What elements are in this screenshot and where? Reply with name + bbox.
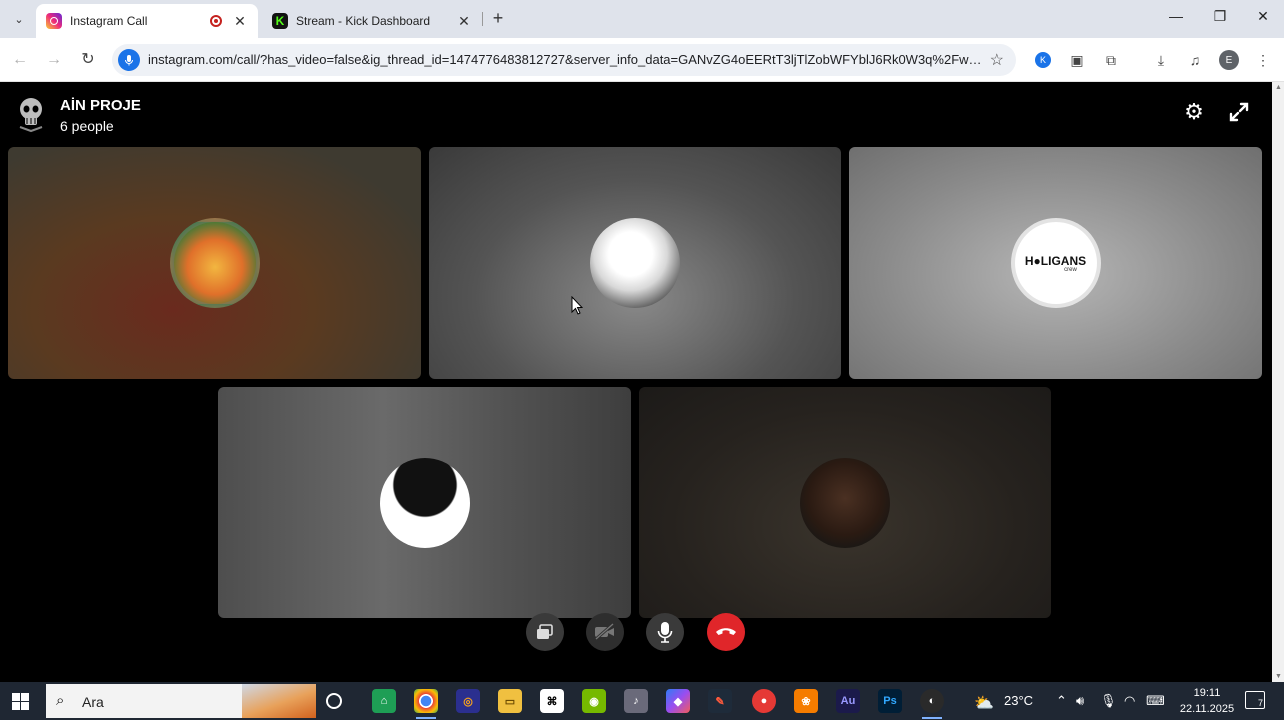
participant-avatar [169, 218, 260, 308]
temperature[interactable]: 23°C [1004, 693, 1033, 708]
microphone-app-icon[interactable]: ♪ [624, 689, 648, 713]
chrome-icon[interactable] [414, 689, 438, 719]
obs-icon[interactable]: ◐ [920, 689, 944, 719]
search-icon: ⌕ [56, 692, 65, 709]
media-control-icon[interactable]: ♫ [1184, 49, 1206, 71]
share-screen-icon [537, 624, 553, 639]
cortana-icon[interactable] [326, 693, 342, 709]
search-placeholder: Ara [82, 694, 104, 710]
group-avatar-skull-icon [19, 98, 43, 133]
mouse-cursor-icon [571, 296, 583, 315]
recording-icon [210, 15, 222, 27]
address-bar[interactable]: instagram.com/call/?has_video=false&ig_t… [112, 44, 1016, 76]
microphone-icon [657, 622, 673, 643]
windows-taskbar: ⌕ Ara ⌂ ◎ ▭ ⌘ ◉ ♪ ◆ ✎ ● ❀ Au Ps ◐ ⛅ 23°C… [0, 682, 1284, 720]
nvidia-icon[interactable]: ◉ [582, 689, 606, 713]
microphone-in-use-icon[interactable] [118, 49, 140, 71]
video-off-icon [595, 623, 614, 641]
participant-tile[interactable] [429, 147, 841, 379]
audition-icon[interactable]: Au [836, 689, 860, 713]
avatar-logo-text: H●LIGANS [1024, 253, 1087, 268]
weather-icon[interactable]: ⛅ [974, 693, 994, 713]
back-button[interactable]: ← [8, 48, 32, 72]
search-highlight-image [242, 684, 316, 718]
tray-chevron-icon[interactable]: ⌃ [1056, 693, 1067, 709]
avatar-logo-subtext: crew [1064, 266, 1077, 273]
file-explorer-icon[interactable]: ▭ [498, 689, 522, 713]
notification-center-icon[interactable]: 7 [1245, 691, 1265, 709]
photoshop-icon[interactable]: Ps [878, 689, 902, 713]
reload-button[interactable]: ↻ [76, 48, 100, 72]
extension-icon[interactable]: K [1032, 49, 1054, 71]
media-player-icon[interactable]: ◎ [456, 689, 480, 713]
recorder-app-icon[interactable]: ● [752, 689, 776, 713]
toggle-mic-button[interactable] [646, 613, 684, 651]
profile-avatar[interactable]: E [1218, 49, 1240, 71]
participant-avatar [800, 457, 890, 548]
participant-avatar [379, 457, 470, 548]
tab-instagram-call[interactable]: Instagram Call ✕ [36, 4, 258, 38]
share-screen-button[interactable] [526, 613, 564, 651]
end-call-button[interactable] [707, 613, 745, 651]
fullscreen-expand-icon[interactable] [1227, 100, 1251, 124]
instagram-icon [46, 13, 62, 29]
paint-app-icon[interactable]: ✎ [708, 689, 732, 713]
kick-icon: K [272, 13, 288, 29]
new-tab-button[interactable]: + [488, 8, 508, 30]
participant-tile[interactable] [8, 147, 421, 379]
toggle-video-button[interactable] [586, 613, 624, 651]
close-tab-icon[interactable]: ✕ [456, 13, 472, 30]
minimize-button[interactable]: — [1162, 8, 1190, 30]
close-tab-icon[interactable]: ✕ [232, 13, 248, 30]
call-area: AİN PROJE 6 people ⚙ H●LIGANS crew [0, 82, 1272, 682]
screen-capture-icon[interactable]: ▣ [1066, 49, 1088, 71]
browser-toolbar: ← → ↻ instagram.com/call/?has_video=fals… [0, 38, 1284, 82]
close-window-button[interactable]: ✕ [1249, 8, 1277, 30]
participant-tile[interactable]: H●LIGANS crew [849, 147, 1262, 379]
hang-up-phone-icon [716, 628, 736, 635]
clock-date: 22.11.2025 [1179, 703, 1235, 715]
participant-count: 6 people [60, 118, 114, 134]
capcut-icon[interactable]: ⌘ [540, 689, 564, 713]
participant-avatar [590, 218, 680, 308]
group-name: AİN PROJE [60, 97, 141, 114]
browser-tabstrip: ⌄ Instagram Call ✕ K Stream - Kick Dashb… [0, 0, 1284, 38]
notification-count: 7 [1257, 698, 1263, 708]
scroll-down-arrow-icon[interactable]: ▼ [1275, 673, 1282, 680]
tab-title: Instagram Call [70, 14, 148, 28]
fl-studio-icon[interactable]: ❀ [794, 689, 818, 713]
spreadsheet-app-icon[interactable]: ⌂ [372, 689, 396, 713]
taskbar-search[interactable]: ⌕ Ara [46, 684, 316, 718]
tab-kick-dashboard[interactable]: K Stream - Kick Dashboard ✕ [262, 4, 482, 38]
keyboard-icon[interactable]: ⌨ [1146, 693, 1165, 709]
forward-button[interactable]: → [42, 48, 66, 72]
participant-tile[interactable] [218, 387, 631, 618]
participant-tile[interactable] [639, 387, 1051, 618]
start-button[interactable] [12, 693, 29, 710]
clock-time: 19:11 [1193, 687, 1221, 699]
restore-button[interactable]: ❐ [1206, 8, 1234, 30]
taskbar-clock[interactable]: 19:11 22.11.2025 [1172, 685, 1242, 717]
network-icon[interactable]: ◠ [1124, 693, 1135, 709]
settings-gear-icon[interactable]: ⚙ [1182, 100, 1206, 124]
bookmark-star-icon[interactable]: ☆ [990, 50, 1004, 70]
tab-divider [482, 12, 483, 26]
scroll-up-arrow-icon[interactable]: ▲ [1275, 84, 1282, 91]
url-text: instagram.com/call/?has_video=false&ig_t… [148, 52, 984, 67]
tray-microphone-icon[interactable]: 🎙︎ [1100, 693, 1117, 709]
tab-search-chevron-icon[interactable]: ⌄ [8, 9, 30, 29]
participant-avatar: H●LIGANS crew [1010, 218, 1101, 308]
download-icon[interactable]: ⤓ [1150, 49, 1172, 71]
extensions-puzzle-icon[interactable]: ⧉ [1100, 49, 1122, 71]
tab-title: Stream - Kick Dashboard [296, 14, 431, 28]
page-scrollbar[interactable]: ▲ ▼ [1272, 82, 1284, 682]
browser-menu-icon[interactable]: ⋮ [1252, 49, 1274, 71]
office-icon[interactable]: ◆ [666, 689, 690, 713]
volume-icon[interactable]: 🔊︎ [1076, 693, 1084, 709]
